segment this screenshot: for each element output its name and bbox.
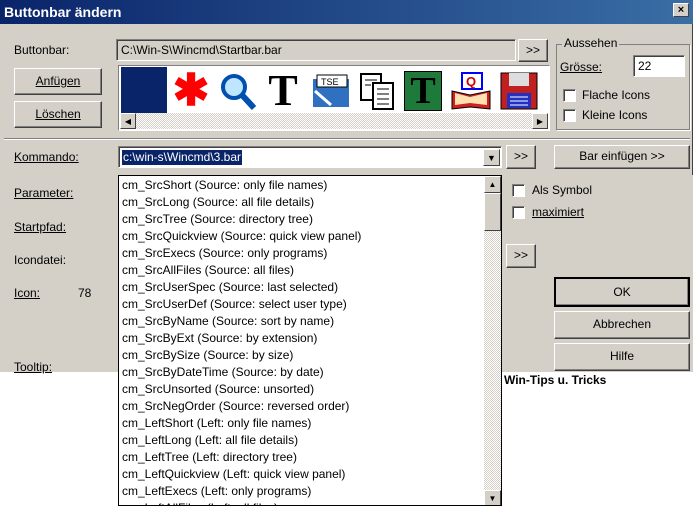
dropdown-item[interactable]: cm_SrcByName (Source: sort by name) xyxy=(122,313,334,330)
parameter-label: Parameter: xyxy=(14,186,74,200)
small-icons-label: Kleine Icons xyxy=(582,108,648,122)
dropdown-item[interactable]: cm_SrcByDateTime (Source: by date) xyxy=(122,364,324,381)
as-symbol-label: Als Symbol xyxy=(532,183,592,197)
dropdown-item[interactable]: cm_SrcLong (Source: all file details) xyxy=(122,194,314,211)
dropdown-item[interactable]: cm_SrcUserSpec (Source: last selected) xyxy=(122,279,338,296)
append-button[interactable]: Anfügen xyxy=(14,68,102,95)
dropdown-item[interactable]: cm_LeftQuickview (Left: quick view panel… xyxy=(122,466,345,483)
icon-browse-button[interactable]: >> xyxy=(506,244,536,268)
icon-strip-scrollbar[interactable]: ◀ ▶ xyxy=(120,113,548,129)
svg-text:TSE: TSE xyxy=(321,77,339,87)
dropdown-item[interactable]: cm_SrcUserDef (Source: select user type) xyxy=(122,296,347,313)
right-panel: Als Symbol maximiert >> OK Abbrechen Hil… xyxy=(502,175,693,372)
maximized-label: maximiert xyxy=(532,205,585,219)
chevron-down-icon[interactable]: ▼ xyxy=(483,149,500,166)
buttonbar-label: Buttonbar: xyxy=(14,43,70,57)
red-asterisk-icon[interactable]: ✱ xyxy=(169,69,213,113)
magnifier-icon[interactable] xyxy=(215,69,259,113)
command-value[interactable]: c:\win-s\Wincmd\3.bar xyxy=(122,150,243,165)
scroll-thumb[interactable] xyxy=(484,193,501,231)
dropdown-item[interactable]: cm_LeftExecs (Left: only programs) xyxy=(122,483,311,500)
svg-text:Q: Q xyxy=(466,74,476,89)
green-t-icon[interactable]: T xyxy=(401,69,445,113)
close-button[interactable]: × xyxy=(673,3,689,17)
dropdown-item[interactable]: cm_LeftAllFiles (Left: all files) xyxy=(122,500,278,505)
dropdown-item[interactable]: cm_SrcQuickview (Source: quick view pane… xyxy=(122,228,361,245)
icon-number: 78 xyxy=(78,286,92,300)
scroll-up-icon[interactable]: ▲ xyxy=(484,176,501,193)
delete-button[interactable]: Löschen xyxy=(14,101,102,128)
buttonbar-path-field[interactable]: C:\Win-S\Wincmd\Startbar.bar xyxy=(116,39,516,61)
dropdown-item[interactable]: cm_LeftLong (Left: all file details) xyxy=(122,432,298,449)
separator xyxy=(4,138,690,140)
flat-icons-checkbox[interactable] xyxy=(563,89,576,102)
delete-button-label: Löschen xyxy=(35,107,81,121)
tooltip-label: Tooltip: xyxy=(14,360,53,374)
dropdown-item[interactable]: cm_LeftShort (Left: only file names) xyxy=(122,415,311,432)
startpath-label: Startpfad: xyxy=(14,220,67,234)
dropdown-item[interactable]: cm_SrcExecs (Source: only programs) xyxy=(122,245,327,262)
dropdown-item[interactable]: cm_LeftTree (Left: directory tree) xyxy=(122,449,297,466)
size-label: Grösse: xyxy=(560,60,603,74)
buttonbar-browse-button[interactable]: >> xyxy=(518,39,548,62)
book-q-icon[interactable]: Q xyxy=(449,69,493,113)
title-bar: Buttonbar ändern × xyxy=(0,0,693,24)
small-icons-checkbox[interactable] xyxy=(563,109,576,122)
iconfile-label: Icondatei: xyxy=(14,253,67,267)
background-document: Win-Tips u. Tricks xyxy=(502,372,693,506)
floppy-disk-icon[interactable] xyxy=(497,69,541,113)
window-title: Buttonbar ändern xyxy=(4,4,122,20)
as-symbol-checkbox[interactable] xyxy=(512,184,525,197)
appearance-group-title: Aussehen xyxy=(562,36,620,50)
blue-square-icon[interactable] xyxy=(121,67,167,113)
maximized-checkbox[interactable] xyxy=(512,206,525,219)
dropdown-item[interactable]: cm_SrcUnsorted (Source: unsorted) xyxy=(122,381,314,398)
dropdown-item[interactable]: cm_SrcByExt (Source: by extension) xyxy=(122,330,317,347)
command-browse-button[interactable]: >> xyxy=(506,145,536,169)
ok-button[interactable]: OK xyxy=(554,277,690,307)
scroll-right-icon[interactable]: ▶ xyxy=(532,113,548,129)
background-text: Win-Tips u. Tricks xyxy=(504,373,607,387)
insert-bar-button[interactable]: Bar einfügen >> xyxy=(554,145,690,169)
append-button-label: Anfügen xyxy=(35,74,81,88)
dropdown-scrollbar[interactable]: ▲ ▼ xyxy=(484,176,501,505)
command-dropdown-list[interactable]: cm_SrcShort (Source: only file names) cm_… xyxy=(118,175,502,506)
help-button[interactable]: Hilfe xyxy=(554,343,690,371)
as-symbol-text: Als Symbol xyxy=(532,183,593,197)
command-combobox[interactable]: c:\win-s\Wincmd\3.bar ▼ xyxy=(118,146,502,168)
flat-icons-label: Flache Icons xyxy=(582,88,651,102)
dropdown-item[interactable]: cm_SrcBySize (Source: by size) xyxy=(122,347,293,364)
scroll-down-icon[interactable]: ▼ xyxy=(484,490,501,505)
dropdown-item[interactable]: cm_SrcShort (Source: only file names) xyxy=(122,177,327,194)
text-t-icon[interactable]: T xyxy=(261,69,305,113)
dropdown-item[interactable]: cm_SrcAllFiles (Source: all files) xyxy=(122,262,294,279)
dropdown-item[interactable]: cm_SrcNegOrder (Source: reversed order) xyxy=(122,398,349,415)
dropdown-item[interactable]: cm_SrcTree (Source: directory tree) xyxy=(122,211,313,228)
copy-pages-icon[interactable] xyxy=(355,69,399,113)
icon-label: Icon: xyxy=(14,286,41,300)
command-label: Kommando: xyxy=(14,150,79,164)
size-input[interactable]: 22 xyxy=(633,55,685,77)
cancel-button[interactable]: Abbrechen xyxy=(554,311,690,339)
tse-icon[interactable]: TSE xyxy=(309,69,353,113)
button-icon-strip[interactable]: ✱ T TSE T Q ◀ ▶ xyxy=(118,65,550,131)
scroll-left-icon[interactable]: ◀ xyxy=(120,113,136,129)
